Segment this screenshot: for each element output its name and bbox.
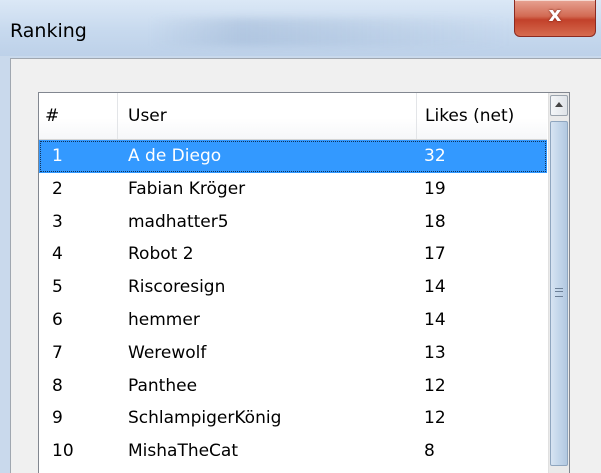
rank-cell: 3 (52, 211, 63, 232)
likes-cell: 14 (424, 309, 446, 330)
list-row[interactable]: 2 Fabian Kröger 19 (39, 173, 547, 206)
likes-cell: 19 (424, 178, 446, 199)
rank-cell: 7 (52, 342, 63, 363)
close-button[interactable]: x (514, 0, 596, 37)
rank-cell: 10 (52, 441, 74, 462)
list-row[interactable]: 3 madhatter5 18 (39, 206, 547, 239)
column-header-user[interactable]: User (118, 93, 417, 139)
scroll-up-button[interactable] (550, 95, 568, 116)
user-cell: Fabian Kröger (128, 178, 246, 199)
list-row[interactable]: 10 MishaTheCat 8 (39, 435, 547, 468)
likes-cell: 12 (424, 408, 446, 429)
rank-cell: 2 (52, 178, 63, 199)
ranking-list[interactable]: # User Likes (net) 1 A de Diego 32 2 Fabian … (38, 92, 570, 473)
list-header: # User Likes (net) (39, 93, 547, 140)
user-cell: madhatter5 (128, 211, 229, 232)
list-row[interactable]: 1 A de Diego 32 (39, 140, 547, 173)
window-client-area: # User Likes (net) 1 A de Diego 32 2 Fabian … (10, 58, 601, 473)
rank-cell: 1 (52, 146, 63, 166)
list-row[interactable]: 9 SchlampigerKönig 12 (39, 402, 547, 435)
scroll-thumb[interactable] (550, 121, 568, 466)
rank-cell: 9 (52, 408, 63, 429)
grip-lines-icon (555, 288, 563, 297)
likes-cell: 12 (424, 375, 446, 396)
close-icon: x (548, 2, 562, 26)
user-cell: hemmer (128, 309, 200, 330)
user-cell: MishaTheCat (128, 441, 239, 462)
user-cell: SchlampigerKönig (128, 408, 282, 429)
likes-cell: 8 (424, 441, 435, 462)
likes-cell: 32 (424, 146, 446, 166)
list-row[interactable]: 8 Panthee 12 (39, 370, 547, 403)
likes-cell: 18 (424, 211, 446, 232)
user-cell: A de Diego (128, 146, 222, 166)
column-header-likes[interactable]: Likes (net) (417, 93, 547, 139)
title-bar[interactable]: Ranking x (0, 0, 601, 56)
user-cell: Robot 2 (128, 244, 194, 265)
list-row[interactable]: 5 Riscoresign 14 (39, 271, 547, 304)
chevron-up-icon (555, 102, 563, 107)
column-header-rank[interactable]: # (39, 93, 118, 139)
rank-cell: 5 (52, 277, 63, 298)
list-row[interactable]: 7 Werewolf 13 (39, 337, 547, 370)
likes-cell: 17 (424, 244, 446, 265)
likes-cell: 13 (424, 342, 446, 363)
vertical-scrollbar[interactable] (548, 93, 569, 473)
user-cell: Panthee (128, 375, 198, 396)
user-cell: Werewolf (128, 342, 207, 363)
window-title: Ranking (10, 20, 87, 42)
ranking-window: Ranking x # User Likes (net) 1 A de Diego… (0, 0, 601, 473)
list-row[interactable]: 4 Robot 2 17 (39, 238, 547, 271)
rank-cell: 4 (52, 244, 63, 265)
list-row[interactable]: 6 hemmer 14 (39, 304, 547, 337)
rank-cell: 6 (52, 309, 63, 330)
likes-cell: 14 (424, 277, 446, 298)
user-cell: Riscoresign (128, 277, 226, 298)
rank-cell: 8 (52, 375, 63, 396)
list-rows: 1 A de Diego 32 2 Fabian Kröger 19 3 madhatter5… (39, 140, 547, 468)
